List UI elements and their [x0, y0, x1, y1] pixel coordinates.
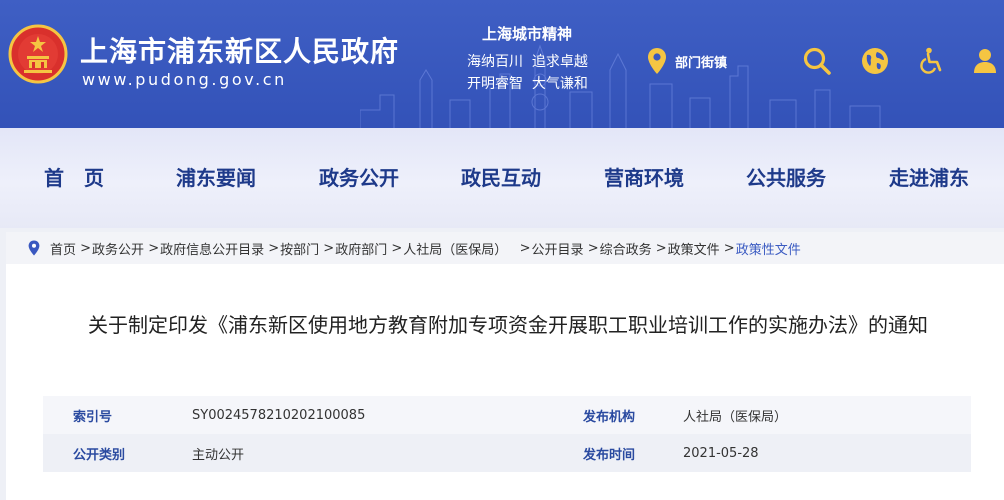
city-spirit-line-2: 开明睿智 大气谦和 — [467, 76, 588, 92]
nav-item-gov-affairs[interactable]: 政务公开 — [319, 162, 399, 191]
breadcrumb-separator: > — [719, 240, 735, 256]
breadcrumb-separator: > — [387, 240, 403, 256]
breadcrumb-separator: > — [507, 240, 531, 256]
breadcrumb: 首页 > 政务公开 > 政府信息公开目录 > 按部门 > 政府部门 > 人社局（… — [6, 232, 1004, 264]
breadcrumb-item-hr-bureau[interactable]: 人社局（医保局） — [403, 239, 507, 258]
breadcrumb-separator: > — [583, 240, 599, 256]
nav-item-interaction[interactable]: 政民互动 — [461, 162, 541, 191]
document-content: 关于制定印发《浦东新区使用地方教育附加专项资金开展职工职业培训工作的实施办法》的… — [6, 264, 1004, 500]
table-row: 索引号 SY0024578210202100085 发布机构 人社局（医保局） — [43, 396, 971, 434]
accessibility-button[interactable] — [916, 46, 946, 76]
breadcrumb-item-catalog[interactable]: 政府信息公开目录 — [160, 239, 264, 258]
publisher-label: 发布机构 — [583, 409, 636, 425]
breadcrumb-item-public-catalog[interactable]: 公开目录 — [532, 239, 584, 258]
main-nav: 首 页 浦东要闻 政务公开 政民互动 营商环境 公共服务 走进浦东 — [0, 128, 1004, 228]
breadcrumb-separator: > — [264, 240, 280, 256]
site-title[interactable]: 上海市浦东新区人民政府 — [80, 30, 399, 70]
breadcrumb-item-by-dept[interactable]: 按部门 — [280, 239, 319, 258]
globe-icon — [862, 48, 888, 74]
document-title: 关于制定印发《浦东新区使用地方教育附加专项资金开展职工职业培训工作的实施办法》的… — [88, 313, 928, 337]
breadcrumb-item-gov-affairs[interactable]: 政务公开 — [92, 239, 144, 258]
breadcrumb-item-current[interactable]: 政策性文件 — [736, 239, 801, 258]
breadcrumb-item-home[interactable]: 首页 — [50, 239, 76, 258]
nav-item-public-service[interactable]: 公共服务 — [746, 162, 826, 191]
dept-street-label: 部门街镇 — [675, 55, 728, 71]
table-row: 公开类别 主动公开 发布时间 2021-05-28 — [43, 434, 971, 472]
breadcrumb-separator: > — [319, 240, 335, 256]
user-icon — [974, 49, 996, 73]
accessibility-icon — [920, 47, 942, 74]
document-meta-table: 索引号 SY0024578210202100085 发布机构 人社局（医保局） … — [43, 396, 971, 472]
city-spirit-line-1: 海纳百川 追求卓越 — [467, 54, 588, 70]
index-number-value: SY0024578210202100085 — [192, 407, 366, 423]
index-number-label: 索引号 — [73, 409, 113, 425]
language-button[interactable] — [860, 46, 890, 76]
location-pin-icon — [648, 48, 666, 74]
location-pin-icon — [28, 240, 40, 256]
category-label: 公开类别 — [73, 447, 126, 463]
nav-item-news[interactable]: 浦东要闻 — [176, 162, 256, 191]
dept-street-link[interactable]: 部门街镇 — [647, 47, 727, 75]
breadcrumb-separator: > — [144, 240, 160, 256]
nav-item-about-pudong[interactable]: 走进浦东 — [889, 162, 969, 191]
publisher-value: 人社局（医保局） — [683, 409, 788, 425]
nav-item-home[interactable]: 首 页 — [44, 162, 104, 191]
breadcrumb-item-general-affairs[interactable]: 综合政务 — [600, 239, 652, 258]
category-value: 主动公开 — [192, 447, 245, 463]
national-emblem-icon — [8, 24, 68, 84]
breadcrumb-item-policy-docs[interactable]: 政策文件 — [668, 239, 720, 258]
publish-date-label: 发布时间 — [583, 447, 636, 463]
breadcrumb-separator: > — [76, 240, 92, 256]
skyline-decoration — [360, 44, 881, 128]
breadcrumb-item-gov-depts[interactable]: 政府部门 — [335, 239, 387, 258]
search-button[interactable] — [802, 46, 832, 76]
publish-date-value: 2021-05-28 — [683, 445, 759, 461]
search-icon — [803, 47, 831, 75]
site-url[interactable]: www.pudong.gov.cn — [82, 70, 287, 89]
nav-item-business[interactable]: 营商环境 — [604, 162, 684, 191]
breadcrumb-separator: > — [651, 240, 667, 256]
user-button[interactable] — [970, 46, 1000, 76]
city-spirit-title: 上海城市精神 — [482, 25, 573, 43]
site-header: 上海市浦东新区人民政府 www.pudong.gov.cn 上海城市精神 海纳百… — [0, 0, 1004, 128]
